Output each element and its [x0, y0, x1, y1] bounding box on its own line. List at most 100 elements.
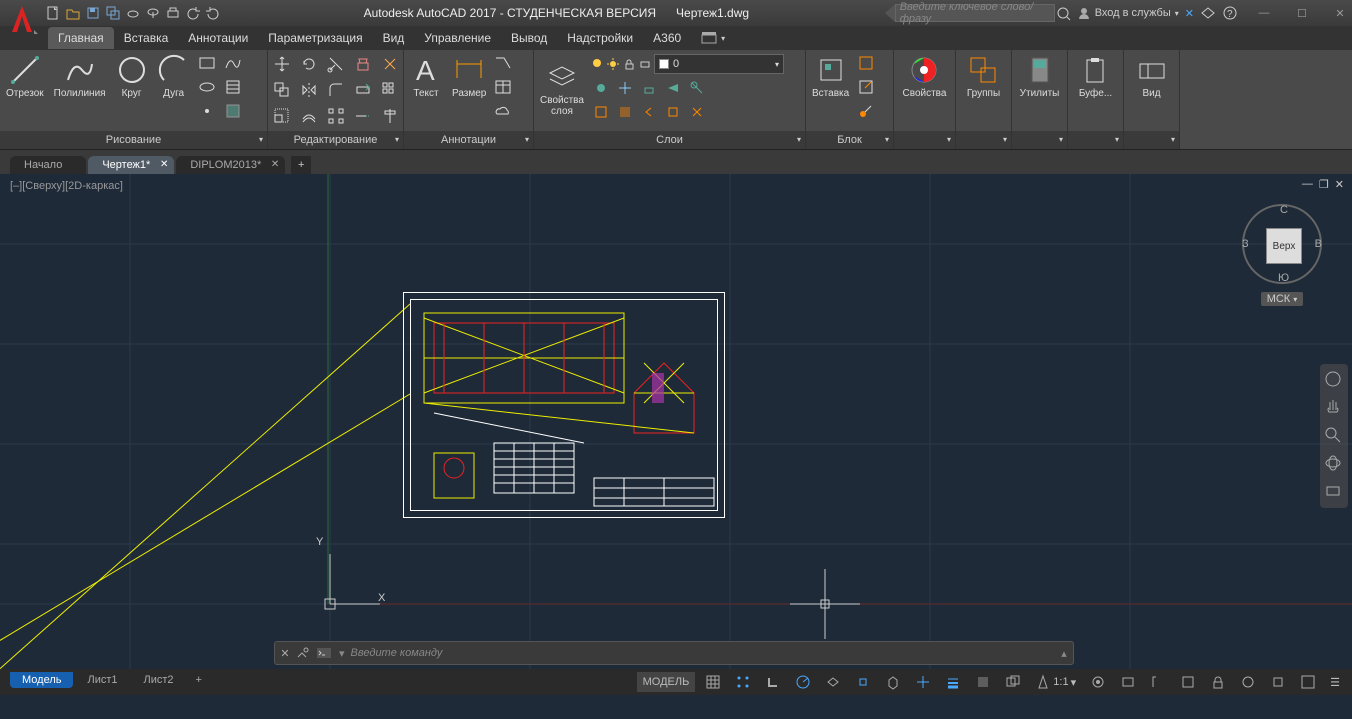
lengthen-icon[interactable] — [352, 105, 374, 127]
viewcube-east[interactable]: В — [1315, 238, 1322, 250]
viewcube[interactable]: С Ю З В Верх МСК ▾ — [1232, 204, 1332, 306]
status-transparency-icon[interactable] — [971, 672, 995, 692]
status-customize-icon[interactable]: ☰ — [1326, 672, 1344, 692]
panel-draw-title[interactable]: Рисование — [0, 131, 267, 149]
cmdline-recent-icon[interactable]: ▴ — [1055, 647, 1073, 660]
stretch-icon[interactable] — [352, 79, 374, 101]
layer-states-icon[interactable] — [662, 101, 684, 123]
status-osnap-icon[interactable] — [851, 672, 875, 692]
circle-button[interactable]: Круг — [112, 52, 152, 101]
tab-parametric[interactable]: Параметризация — [258, 27, 372, 49]
status-quickprops-icon[interactable] — [1176, 672, 1200, 692]
status-units-icon[interactable] — [1146, 672, 1170, 692]
layer-combo[interactable]: 0▾ — [654, 54, 784, 74]
panel-clipboard-title[interactable] — [1068, 131, 1123, 149]
qat-plot-icon[interactable] — [164, 4, 182, 22]
panel-view-title[interactable] — [1124, 131, 1179, 149]
cmdline-close-icon[interactable]: ✕ — [275, 647, 295, 660]
maximize-button[interactable]: ☐ — [1294, 5, 1310, 21]
layouttab-model[interactable]: Модель — [10, 672, 73, 688]
layer-lock-icon[interactable] — [622, 57, 636, 71]
signin-icon[interactable]: Вход в службы▾ — [1077, 6, 1179, 20]
filetab-diplom[interactable]: DIPLOM2013*✕ — [176, 156, 285, 174]
qat-save-icon[interactable] — [84, 4, 102, 22]
copy-icon[interactable] — [271, 79, 293, 101]
panel-block-title[interactable]: Блок — [806, 131, 893, 149]
status-model-button[interactable]: МОДЕЛЬ — [637, 672, 696, 692]
align-icon[interactable] — [379, 105, 401, 127]
edit-attr-icon[interactable] — [855, 100, 877, 122]
layer-change-icon[interactable] — [686, 101, 708, 123]
workspace-switcher[interactable]: ▾ — [701, 31, 725, 45]
scale-icon[interactable] — [271, 105, 293, 127]
tab-home[interactable]: Главная — [48, 27, 114, 49]
layouttab-add[interactable]: + — [188, 672, 210, 688]
polyline-button[interactable]: Полилиния — [50, 52, 110, 101]
status-3dosnap-icon[interactable] — [881, 672, 905, 692]
layer-match-icon[interactable] — [686, 77, 708, 99]
panel-properties-title[interactable] — [894, 131, 955, 149]
explode-icon[interactable] — [379, 53, 401, 75]
close-tab-icon[interactable]: ✕ — [271, 159, 279, 170]
rectangle-icon[interactable] — [196, 52, 218, 74]
utilities-button[interactable]: Утилиты — [1016, 52, 1064, 101]
tab-insert[interactable]: Вставка — [114, 27, 179, 49]
clipboard-button[interactable]: Буфе... — [1075, 52, 1116, 101]
pan-icon[interactable] — [1324, 398, 1344, 418]
panel-annotation-title[interactable]: Аннотации — [404, 131, 533, 149]
status-ortho-icon[interactable] — [761, 672, 785, 692]
text-button[interactable]: AТекст — [406, 52, 446, 101]
close-button[interactable]: ✕ — [1332, 5, 1348, 21]
autodesk360-icon[interactable] — [1200, 5, 1216, 21]
qat-cloud-save-icon[interactable] — [144, 4, 162, 22]
fullnav-wheel-icon[interactable] — [1324, 370, 1344, 390]
qat-cloud-open-icon[interactable] — [124, 4, 142, 22]
status-lwt-icon[interactable] — [941, 672, 965, 692]
tab-view[interactable]: Вид — [373, 27, 415, 49]
layer-sun-icon[interactable] — [606, 57, 620, 71]
qat-open-icon[interactable] — [64, 4, 82, 22]
app-logo[interactable] — [4, 0, 34, 38]
tab-annotate[interactable]: Аннотации — [178, 27, 258, 49]
layer-plot-icon[interactable] — [638, 57, 652, 71]
viewcube-west[interactable]: З — [1242, 238, 1249, 250]
qat-undo-icon[interactable] — [184, 4, 202, 22]
tab-a360[interactable]: A360 — [643, 27, 691, 49]
dimension-button[interactable]: Размер — [448, 52, 490, 101]
infocenter-icon[interactable] — [1055, 5, 1071, 21]
cloud-icon[interactable] — [492, 100, 514, 122]
status-selection-cycling-icon[interactable] — [1001, 672, 1025, 692]
create-block-icon[interactable] — [855, 52, 877, 74]
panel-utilities-title[interactable] — [1012, 131, 1067, 149]
qat-redo-icon[interactable] — [204, 4, 222, 22]
layouttab-sheet1[interactable]: Лист1 — [75, 672, 129, 688]
status-cleanscreen-icon[interactable] — [1296, 672, 1320, 692]
layer-properties-button[interactable]: Свойства слоя — [538, 61, 586, 117]
layer-make-current-icon[interactable] — [662, 77, 684, 99]
insert-block-button[interactable]: Вставка — [808, 52, 853, 101]
tab-addins[interactable]: Надстройки — [557, 27, 643, 49]
table-icon[interactable] — [492, 76, 514, 98]
drawing-canvas[interactable]: [–][Сверху][2D-каркас] — ❐ ✕ — [0, 174, 1352, 669]
ellipse-icon[interactable] — [196, 76, 218, 98]
line-button[interactable]: Отрезок — [2, 52, 48, 101]
status-grid-icon[interactable] — [701, 672, 725, 692]
qat-saveas-icon[interactable] — [104, 4, 122, 22]
properties-button[interactable]: Свойства — [899, 52, 951, 101]
arc-button[interactable]: Дуга — [154, 52, 194, 101]
view-button[interactable]: Вид — [1132, 52, 1172, 101]
layer-prev-icon[interactable] — [638, 101, 660, 123]
status-lockui-icon[interactable] — [1206, 672, 1230, 692]
status-annoscale-icon[interactable]: 1:1▾ — [1031, 672, 1080, 692]
viewcube-north[interactable]: С — [1280, 204, 1288, 216]
panel-groups-title[interactable] — [956, 131, 1011, 149]
status-polar-icon[interactable] — [791, 672, 815, 692]
panel-layers-title[interactable]: Слои — [534, 131, 805, 149]
leader-icon[interactable] — [492, 52, 514, 74]
mirror-icon[interactable] — [298, 79, 320, 101]
layer-bulb-icon[interactable] — [590, 57, 604, 71]
fillet-icon[interactable] — [325, 79, 347, 101]
filetab-start[interactable]: Начало — [10, 156, 86, 174]
exchange-icon[interactable]: ✕ — [1185, 7, 1194, 20]
search-input[interactable]: Введите ключевое слово/фразу — [895, 4, 1055, 22]
